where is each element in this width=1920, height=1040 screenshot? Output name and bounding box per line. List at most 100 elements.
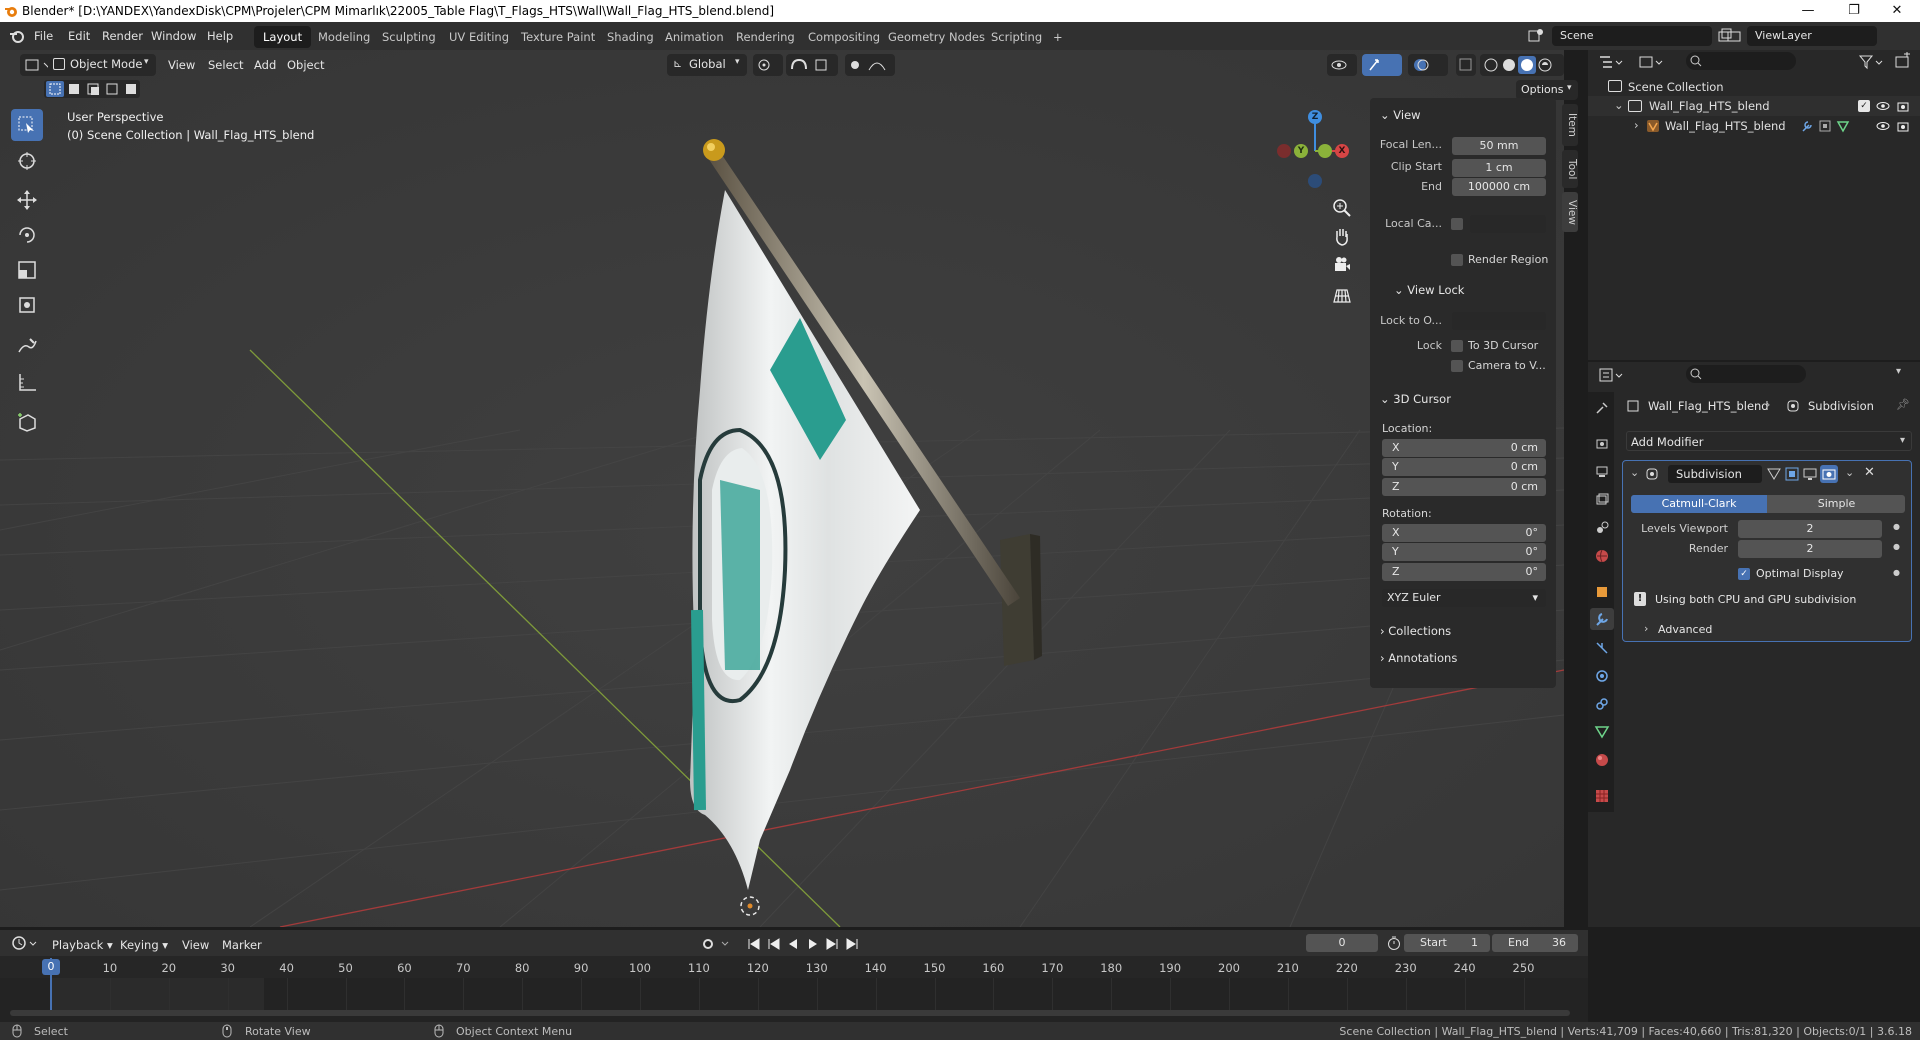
cursor-rotation-x[interactable]: X 0° — [1382, 524, 1546, 542]
outliner-editor-type-icon[interactable] — [1596, 52, 1626, 72]
viewlayer-selector[interactable]: ViewLayer — [1747, 26, 1877, 46]
constraints-properties-icon[interactable] — [1594, 696, 1610, 712]
proportional-editing-button[interactable] — [845, 54, 895, 76]
local-camera-field[interactable] — [1470, 215, 1546, 233]
grid-ortho-icon[interactable] — [1330, 284, 1354, 308]
vertex-groups-icon[interactable] — [1818, 119, 1832, 133]
tab-tool[interactable]: Tool — [1562, 150, 1578, 188]
modifier-properties-icon[interactable] — [1590, 608, 1614, 630]
minimize-button[interactable]: — — [1785, 0, 1831, 22]
chevron-right-icon[interactable]: › — [1634, 118, 1639, 132]
eye-icon[interactable] — [1876, 99, 1890, 113]
shading-mode-buttons[interactable] — [1480, 54, 1564, 76]
simple-button[interactable]: Simple — [1768, 495, 1905, 513]
mesh-data-icon[interactable] — [1836, 119, 1850, 133]
local-camera-checkbox[interactable] — [1451, 218, 1463, 230]
cursor-location-x[interactable]: X0 cm — [1382, 439, 1546, 457]
tab-scripting[interactable]: Scripting — [982, 26, 1051, 48]
exclude-checkbox[interactable]: ✓ — [1858, 100, 1870, 112]
timeline-menu-playback[interactable]: Playback ▾ — [52, 935, 113, 955]
render-camera-icon[interactable] — [1896, 119, 1910, 133]
tab-sculpting[interactable]: Sculpting — [373, 26, 445, 48]
catmull-clark-button[interactable]: Catmull-Clark — [1631, 495, 1767, 513]
playhead-frame-indicator[interactable]: 0 — [42, 959, 60, 975]
gizmo-z-axis[interactable]: Z — [1308, 110, 1322, 124]
options-dropdown[interactable]: Options ▾ — [1516, 80, 1578, 100]
render-region-checkbox[interactable] — [1451, 254, 1463, 266]
playback-controls[interactable] — [745, 936, 865, 952]
tool-settings-icon[interactable] — [1594, 400, 1610, 416]
outliner-row-object[interactable]: › Wall_Flag_HTS_blend — [1588, 116, 1920, 136]
hand-pan-icon[interactable] — [1330, 225, 1354, 249]
focal-length-field[interactable]: 50 mm — [1452, 137, 1546, 155]
chevron-down-icon[interactable]: ⌄ — [1614, 98, 1624, 112]
visibility-icon[interactable] — [1327, 54, 1357, 76]
cursor-location-z[interactable]: Z0 cm — [1382, 478, 1546, 496]
timeline-menu-view[interactable]: View — [182, 935, 209, 955]
advanced-section-header[interactable]: Advanced — [1658, 623, 1712, 636]
render-toggle-icon[interactable] — [1820, 465, 1838, 483]
tab-view[interactable]: View — [1562, 192, 1578, 232]
viewport-menu-view[interactable]: View — [168, 55, 195, 75]
render-levels-field[interactable]: 2 — [1738, 540, 1882, 558]
tab-geometry-nodes[interactable]: Geometry Nodes — [879, 26, 994, 48]
current-frame-field[interactable]: 0 — [1306, 934, 1378, 952]
lock-3d-cursor-checkbox[interactable] — [1451, 340, 1463, 352]
cursor-rotation-y[interactable]: Y 0° — [1382, 543, 1546, 561]
material-properties-icon[interactable] — [1594, 752, 1610, 768]
scene-selector[interactable]: Scene — [1552, 26, 1712, 46]
maximize-button[interactable]: ❐ — [1831, 0, 1877, 22]
transform-tool[interactable] — [11, 289, 43, 321]
tab-item[interactable]: Item — [1562, 104, 1578, 146]
properties-search-input[interactable] — [1686, 365, 1806, 383]
chevron-down-icon[interactable]: ▾ — [1896, 366, 1901, 377]
cursor-tool[interactable] — [11, 145, 43, 177]
annotate-tool[interactable] — [11, 330, 43, 362]
clip-end-field[interactable]: 100000 cm — [1452, 178, 1546, 196]
selection-mode-buttons[interactable] — [44, 80, 140, 98]
blender-menu-icon[interactable] — [9, 29, 25, 43]
gizmo-y-axis[interactable]: Y — [1294, 144, 1308, 158]
texture-properties-icon[interactable] — [1594, 788, 1610, 804]
lock-to-object-field[interactable] — [1452, 312, 1546, 330]
levels-viewport-field[interactable]: 2 — [1738, 520, 1882, 538]
camera-view-icon[interactable] — [1330, 254, 1354, 278]
add-cube-tool[interactable] — [11, 406, 43, 438]
render-properties-icon[interactable] — [1594, 436, 1610, 452]
cursor-rotation-z[interactable]: Z 0° — [1382, 563, 1546, 581]
measure-tool[interactable] — [11, 366, 43, 398]
rotation-mode-dropdown[interactable]: XYZ Euler ▾ — [1382, 589, 1546, 607]
tab-uv-editing[interactable]: UV Editing — [440, 26, 518, 48]
add-workspace-button[interactable]: + — [1044, 26, 1072, 48]
menu-file[interactable]: File — [34, 29, 53, 43]
modifier-menu-chevron-icon[interactable]: ⌄ — [1845, 466, 1854, 479]
chevron-right-icon[interactable]: › — [1644, 622, 1648, 635]
outliner-search-input[interactable] — [1686, 52, 1796, 70]
keyframe-dot-icon[interactable]: ● — [1893, 522, 1900, 531]
output-properties-icon[interactable] — [1594, 464, 1610, 480]
tab-modeling[interactable]: Modeling — [309, 26, 379, 48]
viewport-menu-add[interactable]: Add — [254, 55, 276, 75]
outliner-row-collection[interactable]: ⌄ Wall_Flag_HTS_blend ✓ — [1588, 96, 1920, 116]
filter-icon[interactable] — [1856, 52, 1886, 72]
object-properties-icon[interactable] — [1594, 584, 1610, 600]
move-tool[interactable] — [11, 184, 43, 216]
display-mode-icon[interactable] — [1636, 52, 1666, 72]
tab-shading[interactable]: Shading — [598, 26, 663, 48]
cage-toggle-icon[interactable] — [1784, 466, 1800, 482]
keyframe-dot-icon[interactable]: ● — [1893, 542, 1900, 551]
particles-properties-icon[interactable] — [1594, 640, 1610, 656]
zoom-icon[interactable] — [1330, 196, 1354, 220]
overlays-icon[interactable] — [1408, 54, 1448, 76]
start-frame-field[interactable]: Start 1 — [1404, 934, 1490, 952]
record-keyframe-button[interactable] — [700, 936, 734, 952]
eye-icon[interactable] — [1876, 119, 1890, 133]
timeline-menu-marker[interactable]: Marker — [222, 935, 262, 955]
menu-help[interactable]: Help — [207, 29, 233, 43]
menu-edit[interactable]: Edit — [68, 29, 90, 43]
viewport-menu-select[interactable]: Select — [208, 55, 243, 75]
viewport-toggle-icon[interactable] — [1802, 466, 1818, 482]
snapping-button[interactable] — [786, 54, 838, 76]
object-mode-dropdown[interactable]: Object Mode ▾ — [48, 54, 156, 76]
new-collection-icon[interactable] — [1892, 52, 1914, 72]
